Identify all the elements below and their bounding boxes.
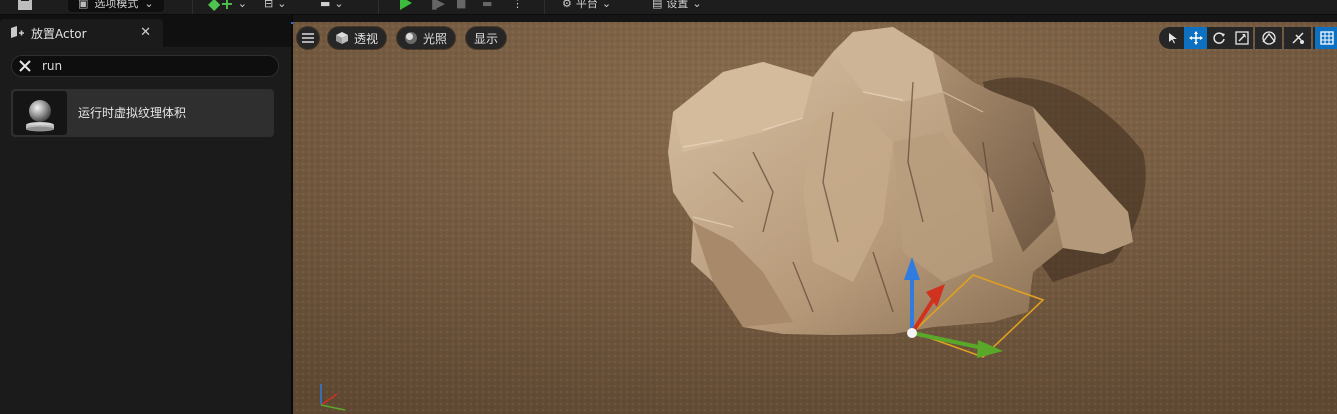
level-viewport[interactable]: 透视 光照 显示 (293, 22, 1337, 414)
lit-sphere-icon (405, 32, 417, 44)
show-dropdown[interactable]: 显示 (466, 27, 507, 49)
chevron-down-icon: ⌄ (277, 0, 287, 10)
chevron-down-icon: ⌄ (334, 0, 344, 10)
perspective-cube-icon (336, 32, 348, 44)
stop-button[interactable]: ■ (456, 0, 466, 12)
clapper-icon: ▬ (320, 0, 331, 10)
chevron-down-icon: ⌄ (601, 0, 612, 10)
play-options-button[interactable]: ⋮ (512, 0, 523, 12)
scale-icon (1234, 31, 1249, 45)
grid-snap-button[interactable] (1315, 27, 1337, 49)
step-button[interactable]: ▐▶ (428, 0, 445, 12)
tab-place-actors[interactable]: 放置Actor ✕ (0, 19, 163, 47)
blueprint-button[interactable]: ⊟ ⌄ (264, 0, 286, 12)
search-box (11, 55, 279, 77)
platforms-icon: ⚙ (562, 0, 572, 10)
world-space-icon (1261, 31, 1276, 45)
blueprint-icon: ⊟ (264, 0, 274, 10)
lighting-mode-dropdown[interactable]: 光照 (397, 27, 456, 49)
stop-icon: ■ (456, 0, 467, 10)
save-icon (18, 0, 32, 10)
select-tool-button[interactable] (1161, 27, 1184, 49)
viewport-scene[interactable] (293, 22, 1337, 414)
chevron-down-icon: ⌄ (144, 0, 154, 10)
panel-tab-bar: 放置Actor ✕ (0, 15, 291, 47)
play-button[interactable] (398, 0, 414, 12)
translate-tool-button[interactable] (1184, 27, 1207, 49)
view-mode-dropdown[interactable]: 透视 (328, 27, 387, 49)
clear-search-icon[interactable] (16, 57, 34, 75)
save-button[interactable] (16, 0, 34, 12)
grid-snap-group (1313, 27, 1337, 49)
list-item-label: 运行时虚拟纹理体积 (78, 106, 187, 120)
mode-icon: ▣ (78, 0, 89, 10)
add-actor-button[interactable]: ◆+ ⌄ (208, 0, 247, 13)
main-toolbar: ▣ 选项模式 ⌄ ◆+ ⌄ ⊟ ⌄ ▬ ⌄ ▐▶ ■ ▬ ⋮ ⚙ 平台 ⌄ ▤ 设置 ⌄ (0, 0, 1337, 15)
world-space-button[interactable] (1257, 27, 1280, 49)
show-label: 显示 (474, 31, 499, 46)
surface-snap-group (1284, 27, 1311, 49)
sphere-on-pedestal-icon (26, 100, 54, 132)
platforms-dropdown[interactable]: ⚙ 平台 ⌄ (562, 0, 611, 12)
hamburger-menu-icon (302, 33, 314, 43)
runtime-virtual-texture-volume-thumbnail (13, 91, 67, 135)
grid-snap-icon (1319, 31, 1334, 45)
list-item[interactable]: 运行时虚拟纹理体积 (11, 89, 274, 137)
eject-icon: ▬ (482, 0, 493, 10)
gizmo-pivot (907, 328, 917, 338)
place-actor-icon (11, 26, 24, 38)
cinematics-button[interactable]: ▬ ⌄ (320, 0, 344, 12)
viewport-menu-button[interactable] (297, 27, 319, 49)
panel-body: 运行时虚拟纹理体积 (0, 47, 291, 414)
step-icon: ▐▶ (428, 0, 445, 10)
mode-label: 选项模式 (94, 0, 139, 10)
tab-title: 放置Actor (31, 26, 87, 41)
surface-snap-icon (1291, 32, 1304, 44)
rotate-icon (1212, 32, 1225, 44)
mode-dropdown[interactable]: ▣ 选项模式 ⌄ (68, 0, 164, 12)
close-icon[interactable]: ✕ (140, 25, 151, 40)
play-icon (400, 0, 412, 10)
surface-snap-button[interactable] (1286, 27, 1309, 49)
place-actors-panel: 放置Actor ✕ run 运行时虚拟纹理体积 (0, 15, 291, 414)
select-icon (1168, 33, 1177, 44)
view-mode-label: 透视 (354, 31, 379, 46)
search-input[interactable] (42, 58, 262, 74)
chevron-down-icon: ⌄ (237, 0, 247, 10)
coordinate-space-group (1255, 27, 1282, 49)
eject-button[interactable]: ▬ (482, 0, 492, 12)
add-icon: ◆+ (208, 0, 234, 13)
viewport-transform-toolbar (1159, 27, 1337, 49)
transform-tools-group (1159, 27, 1253, 49)
lighting-label: 光照 (423, 31, 448, 46)
settings-icon: ▤ (652, 0, 663, 10)
settings-dropdown[interactable]: ▤ 设置 ⌄ (652, 0, 702, 12)
settings-label: 设置 (666, 0, 689, 10)
more-vertical-icon: ⋮ (512, 0, 523, 10)
translate-icon (1188, 31, 1203, 45)
chevron-down-icon: ⌄ (692, 0, 702, 10)
scale-tool-button[interactable] (1230, 27, 1253, 49)
rotate-tool-button[interactable] (1207, 27, 1230, 49)
platforms-label: 平台 (575, 0, 598, 10)
